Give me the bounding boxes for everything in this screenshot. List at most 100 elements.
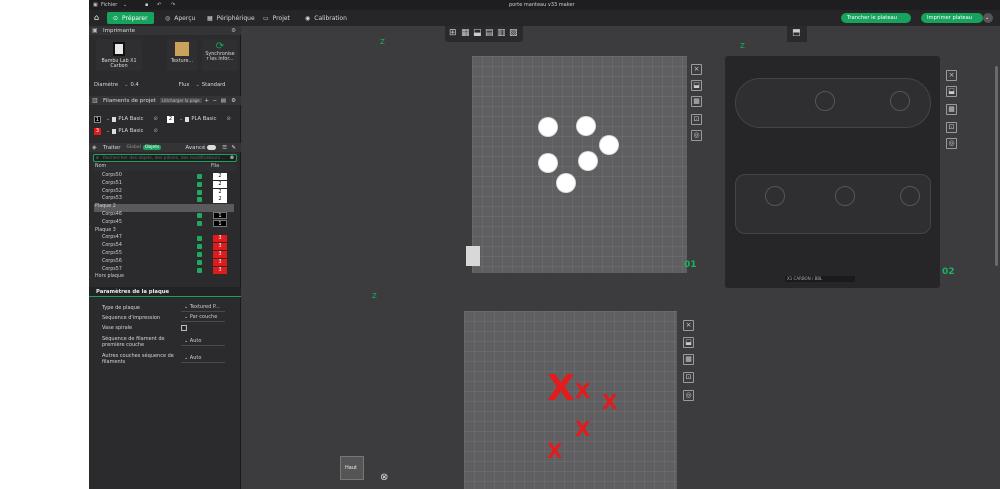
tab-global[interactable]: Global: [127, 145, 141, 150]
file-menu[interactable]: Fichier: [101, 2, 117, 8]
app-logo-icon[interactable]: ▣: [93, 2, 98, 8]
tab-project[interactable]: ▭ Projet: [257, 12, 296, 24]
3d-viewport[interactable]: ⊞ ▦ ⬓ ▤ ▥ ▧ ⬒ Z 01 × ⬓ ▦ ⊡ ◎ Z X1 CARBON…: [242, 26, 1000, 489]
view-cube-icon[interactable]: ⬒: [792, 28, 801, 38]
viewport-scrollbar[interactable]: [995, 66, 998, 266]
object-row[interactable]: Corps45 1: [94, 219, 234, 228]
visibility-checkbox[interactable]: [197, 213, 202, 218]
filament-slot-2[interactable]: 2 ⌄ PLA Basic ⊘: [167, 115, 231, 123]
red-object[interactable]: X: [547, 371, 575, 407]
print-options-dropdown[interactable]: ⌄: [983, 13, 993, 23]
remove-filament-icon[interactable]: −: [212, 98, 217, 104]
chevron-down-icon[interactable]: ⌄: [123, 2, 127, 8]
redo-icon[interactable]: ↷: [171, 2, 175, 8]
build-plate-2[interactable]: X1 CARBON / BBL: [725, 56, 940, 288]
object-row[interactable]: Corps54 3: [94, 243, 234, 251]
visibility-checkbox[interactable]: [197, 244, 202, 250]
save-icon[interactable]: ▪: [145, 2, 148, 8]
edit-filament-icon[interactable]: ⊘: [153, 128, 157, 134]
visibility-checkbox[interactable]: [197, 197, 202, 203]
chevron-down-icon[interactable]: ⌄: [196, 82, 200, 88]
filament-settings-icon[interactable]: ▤: [221, 98, 226, 104]
visibility-checkbox[interactable]: [197, 220, 202, 226]
object-row[interactable]: Corps50 2: [94, 173, 234, 181]
orient-icon[interactable]: ⬓: [473, 28, 482, 38]
visibility-checkbox[interactable]: [197, 259, 202, 265]
spiral-vase-checkbox[interactable]: [181, 325, 187, 331]
red-object[interactable]: X: [547, 441, 562, 461]
split-icon[interactable]: ▥: [497, 28, 506, 38]
white-object[interactable]: [557, 174, 575, 192]
plate-orient-icon[interactable]: ⬓: [691, 80, 702, 91]
filament-slot-1[interactable]: 1 ⌄ PLA Basic ⊘: [94, 115, 158, 123]
printer-selector[interactable]: Bambu Lab X1 Carbon: [96, 39, 142, 71]
slice-plate-button[interactable]: Trancher le plateau: [841, 13, 911, 23]
filament-index-badge[interactable]: 3: [213, 266, 227, 274]
visibility-checkbox[interactable]: [197, 252, 202, 257]
first-layer-sequence-select[interactable]: ⌄ Auto: [181, 338, 225, 346]
zoom-fit-icon[interactable]: ⊗: [380, 472, 388, 483]
list-icon[interactable]: ☰: [222, 145, 227, 151]
filament-index-badge[interactable]: 3: [213, 243, 227, 251]
arrange-icon[interactable]: ▤: [485, 28, 494, 38]
advanced-toggle[interactable]: [207, 145, 217, 150]
tab-device[interactable]: ▦ Périphérique: [201, 12, 261, 24]
white-object[interactable]: [577, 117, 595, 135]
filament-index-badge[interactable]: 2: [213, 180, 227, 188]
plate-type-selector[interactable]: Texture...: [167, 39, 197, 71]
chevron-down-icon[interactable]: ⌄: [124, 82, 128, 88]
filament-index-badge[interactable]: 2: [213, 173, 227, 180]
gear-icon[interactable]: ⚙: [231, 28, 236, 34]
visibility-checkbox[interactable]: [197, 267, 202, 273]
nozzle-diameter-select[interactable]: 0.4: [130, 82, 138, 88]
plate-arrange-icon[interactable]: ▦: [691, 96, 702, 107]
edit-filament-icon[interactable]: ⊘: [153, 116, 157, 122]
object-row[interactable]: Corps56 3: [94, 258, 234, 267]
other-layers-sequence-select[interactable]: ⌄ Auto: [181, 355, 225, 363]
white-object[interactable]: [579, 152, 597, 170]
flow-select[interactable]: Standard: [202, 82, 226, 88]
filament-index-badge[interactable]: 3: [213, 251, 227, 258]
close-plate-icon[interactable]: ×: [946, 70, 957, 81]
edit-filament-icon[interactable]: ⊘: [226, 116, 230, 122]
plate-settings-icon[interactable]: ◎: [691, 130, 702, 141]
print-plate-button[interactable]: Imprimer plateau: [921, 13, 983, 23]
add-plate-icon[interactable]: ▦: [461, 28, 470, 38]
tab-objects[interactable]: Objets: [142, 145, 162, 150]
plate-type-select[interactable]: ⌄ Textured P...: [181, 304, 225, 312]
visibility-checkbox[interactable]: [197, 174, 202, 179]
clear-search-icon[interactable]: ⊗: [230, 155, 234, 161]
filament-index-badge[interactable]: 1: [213, 212, 227, 219]
view-cube[interactable]: Haut: [340, 456, 364, 480]
pin-icon[interactable]: ✎: [231, 145, 236, 151]
close-plate-icon[interactable]: ×: [691, 64, 702, 75]
white-object[interactable]: [539, 154, 557, 172]
plate-arrange-icon[interactable]: ▦: [946, 104, 957, 115]
add-object-icon[interactable]: ⊞: [449, 28, 457, 38]
red-object[interactable]: X: [575, 381, 590, 401]
red-object[interactable]: X: [575, 419, 590, 439]
visibility-checkbox[interactable]: [197, 181, 202, 187]
filament-index-badge[interactable]: 2: [213, 188, 227, 196]
object-row[interactable]: Corps55 3: [94, 251, 234, 259]
gear-icon[interactable]: ⚙: [231, 98, 236, 104]
plate-arrange-icon[interactable]: ▦: [683, 354, 694, 365]
white-object[interactable]: [539, 118, 557, 136]
plate-orient-icon[interactable]: ⬓: [683, 337, 694, 348]
sync-printer-button[interactable]: ⟳ Synchronise r les infor...: [202, 39, 238, 71]
plate-settings-icon[interactable]: ◎: [946, 138, 957, 149]
black-object[interactable]: [735, 174, 931, 234]
filament-slot-3[interactable]: 3 ⌄ PLA Basic ⊘: [94, 127, 158, 135]
filament-index-badge[interactable]: 3: [213, 258, 227, 266]
tab-preview[interactable]: ◎ Aperçu: [159, 12, 201, 24]
red-object[interactable]: X: [602, 392, 617, 412]
object-search-field[interactable]: ⌕ Rechercher des objets, des pièces, des…: [93, 154, 237, 162]
print-sequence-select[interactable]: ⌄ Par couche: [181, 314, 225, 322]
object-row[interactable]: Corps46 1: [94, 212, 234, 220]
object-row[interactable]: Corps51 2: [94, 180, 234, 189]
visibility-checkbox[interactable]: [197, 189, 202, 195]
close-plate-icon[interactable]: ×: [683, 320, 694, 331]
undo-icon[interactable]: ↶: [157, 2, 161, 8]
plate-lock-icon[interactable]: ⊡: [691, 114, 702, 125]
white-object[interactable]: [600, 136, 618, 154]
